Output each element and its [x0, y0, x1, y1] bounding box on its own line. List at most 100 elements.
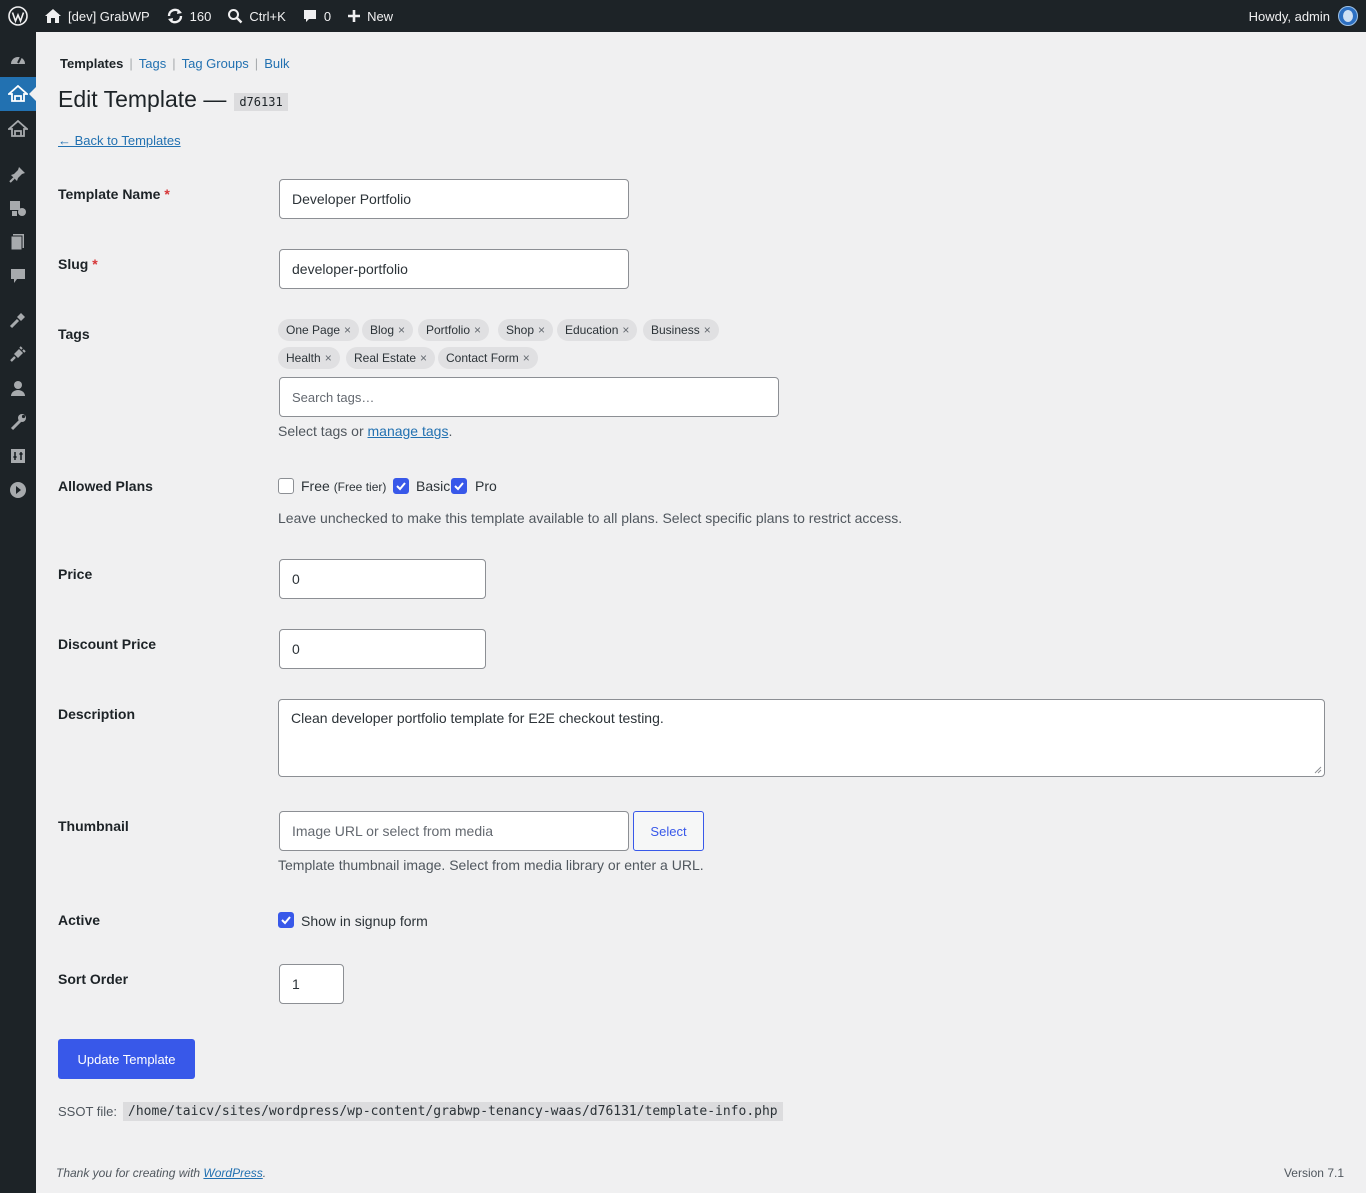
subnav-templates-current: Templates	[60, 56, 124, 71]
users-icon[interactable]	[0, 371, 36, 405]
pages-icon[interactable]	[0, 225, 36, 259]
updates-icon	[167, 8, 182, 24]
description-label: Description	[58, 706, 136, 722]
checkmark-icon	[281, 916, 291, 925]
active-label: Active	[58, 912, 101, 928]
remove-tag-icon[interactable]: ×	[474, 323, 481, 337]
tag-chip[interactable]: Blog ×	[362, 319, 414, 341]
plans-help-text: Leave unchecked to make this template av…	[278, 510, 903, 526]
tag-chip[interactable]: Real Estate ×	[346, 347, 436, 369]
tag-chip[interactable]: Shop ×	[498, 319, 554, 341]
site-name-label: [dev] GrabWP	[68, 8, 150, 24]
remove-tag-icon[interactable]: ×	[344, 323, 351, 337]
media-icon[interactable]	[0, 191, 36, 225]
remove-tag-icon[interactable]: ×	[622, 323, 629, 337]
manage-tags-link[interactable]: manage tags	[368, 423, 449, 439]
footer-version: Version 7.1	[1283, 1166, 1344, 1180]
plan-basic-checkbox[interactable]	[393, 478, 409, 494]
templates-icon[interactable]	[0, 77, 36, 111]
tag-chip[interactable]: Contact Form ×	[438, 347, 538, 369]
main-content: Templates | Tags | Tag Groups | Bulk Edi…	[36, 32, 1366, 1193]
comments-icon[interactable]	[0, 259, 36, 293]
checkmark-icon	[454, 482, 464, 491]
update-template-button[interactable]: Update Template	[58, 1039, 195, 1079]
remove-tag-icon[interactable]: ×	[704, 323, 711, 337]
new-content-label: New	[367, 8, 394, 24]
select-thumbnail-button[interactable]: Select	[633, 811, 704, 851]
remove-tag-icon[interactable]: ×	[523, 351, 530, 365]
discount-price-label: Discount Price	[58, 636, 157, 652]
tools-icon[interactable]	[0, 405, 36, 439]
my-account[interactable]: Howdy, admin	[1249, 6, 1366, 26]
collapse-menu-icon[interactable]	[0, 473, 36, 507]
remove-tag-icon[interactable]: ×	[398, 323, 405, 337]
comment-icon	[303, 10, 316, 22]
site-name-link[interactable]: [dev] GrabWP	[36, 0, 158, 32]
template-name-input[interactable]: Developer Portfolio	[279, 179, 629, 219]
remove-tag-icon[interactable]: ×	[420, 351, 427, 365]
plan-basic-label: Basic	[416, 478, 451, 494]
footer-thankyou: Thank you for creating with WordPress.	[56, 1166, 267, 1180]
checkmark-icon	[396, 482, 406, 491]
dashboard-icon[interactable]	[0, 43, 36, 77]
search-icon	[228, 9, 243, 24]
settings-icon[interactable]	[0, 439, 36, 473]
search-shortcut[interactable]: Ctrl+K	[219, 0, 293, 32]
plugins-icon[interactable]	[0, 337, 36, 371]
description-textarea[interactable]: Clean developer portfolio template for E…	[278, 699, 1325, 777]
search-shortcut-label: Ctrl+K	[249, 8, 286, 24]
plan-pro-label: Pro	[475, 478, 497, 494]
tag-search-input[interactable]: Search tags…	[279, 377, 779, 417]
ssot-path: /home/taicv/sites/wordpress/wp-content/g…	[123, 1102, 783, 1121]
slug-label: Slug *	[58, 256, 98, 272]
admin-menu	[0, 32, 36, 1193]
plus-icon	[348, 10, 361, 22]
wordpress-logo-icon[interactable]	[0, 0, 36, 32]
ssot-label: SSOT file:	[58, 1104, 118, 1119]
discount-price-input[interactable]: 0	[279, 629, 486, 669]
required-marker: *	[92, 256, 98, 272]
home-icon	[45, 9, 61, 23]
tag-chip[interactable]: One Page ×	[278, 319, 360, 341]
active-checkbox-label: Show in signup form	[301, 913, 428, 929]
posts-icon[interactable]	[0, 157, 36, 191]
tag-chip[interactable]: Business ×	[643, 319, 719, 341]
plan-pro-checkbox[interactable]	[451, 478, 467, 494]
updates-link[interactable]: 160	[158, 0, 220, 32]
thumbnail-url-input[interactable]: Image URL or select from media	[279, 811, 629, 851]
allowed-plans-label: Allowed Plans	[58, 478, 153, 494]
tag-chip[interactable]: Portfolio ×	[418, 319, 490, 341]
tag-chip[interactable]: Health ×	[278, 347, 340, 369]
new-content-link[interactable]: New	[339, 0, 401, 32]
admin-bar: [dev] GrabWP 160 Ctrl+K 0 New Howdy, adm…	[0, 0, 1366, 32]
price-label: Price	[58, 566, 93, 582]
resize-handle-icon[interactable]	[1314, 766, 1322, 774]
active-checkbox[interactable]	[278, 912, 294, 928]
back-to-templates-link[interactable]: ← Back to Templates	[58, 133, 181, 148]
comments-link[interactable]: 0	[294, 0, 339, 32]
sort-order-label: Sort Order	[58, 971, 129, 987]
subnav-bulk-link[interactable]: Bulk	[264, 56, 289, 71]
tags-help-text: Select tags or manage tags.	[278, 423, 453, 439]
plan-free-checkbox[interactable]	[278, 478, 294, 494]
thumbnail-label: Thumbnail	[58, 818, 129, 834]
comments-count: 0	[323, 8, 332, 24]
howdy-text: Howdy, admin	[1248, 8, 1330, 24]
sort-order-input[interactable]: 1	[279, 964, 344, 1004]
slug-input[interactable]: developer-portfolio	[279, 249, 629, 289]
appearance-icon[interactable]	[0, 303, 36, 337]
ssot-file-info: SSOT file: /home/taicv/sites/wordpress/w…	[58, 1102, 783, 1121]
updates-count: 160	[189, 8, 212, 24]
price-input[interactable]: 0	[279, 559, 486, 599]
page-title-text: Edit Template —	[58, 86, 227, 112]
subnav-tags-link[interactable]: Tags	[139, 56, 166, 71]
tag-chip[interactable]: Education ×	[557, 319, 638, 341]
required-marker: *	[164, 186, 170, 202]
subnav-tag-groups-link[interactable]: Tag Groups	[182, 56, 249, 71]
wordpress-link[interactable]: WordPress	[203, 1166, 262, 1180]
remove-tag-icon[interactable]: ×	[325, 351, 332, 365]
template-id-badge: d76131	[234, 92, 288, 111]
sub-navigation: Templates | Tags | Tag Groups | Bulk	[60, 56, 290, 71]
remove-tag-icon[interactable]: ×	[538, 323, 545, 337]
sites-icon[interactable]	[0, 112, 36, 146]
